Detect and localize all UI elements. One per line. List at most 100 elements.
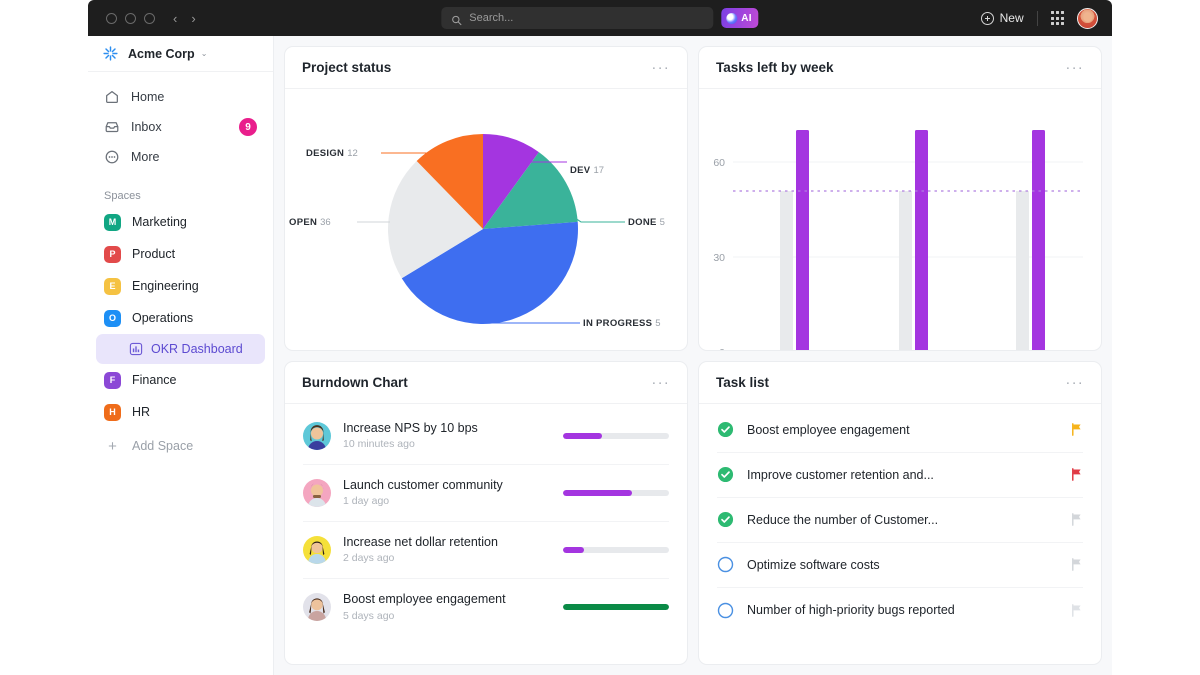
sidebar-item-more[interactable]: More [96,142,265,172]
burndown-body: Increase NPS by 10 bps 10 minutes ago La… [285,404,687,665]
list-item[interactable]: Number of high-priority bugs reported [717,588,1083,633]
goal-timestamp: 5 days ago [343,609,395,622]
bar-current[interactable] [1032,130,1045,351]
pie-label-design: DESIGN 12 [306,148,358,159]
sidebar-item-engineering[interactable]: E Engineering [96,270,265,302]
checkbox-checked-icon[interactable] [717,466,734,483]
bar-current[interactable] [915,130,928,351]
add-space-button[interactable]: + Add Space [96,430,265,462]
avatar [303,593,331,621]
goal-timestamp: 10 minutes ago [343,438,415,451]
new-button[interactable]: New [980,11,1024,25]
list-item[interactable]: Improve customer retention and... [717,453,1083,498]
priority-flag-icon[interactable] [1070,468,1083,481]
ai-button[interactable]: AI [721,8,759,28]
progress-fill [563,546,585,553]
forward-arrow-icon[interactable]: › [191,12,195,25]
primary-nav: Home Inbox 9 More [88,72,273,172]
sidebar-item-operations[interactable]: O Operations [96,302,265,334]
sidebar-item-marketing[interactable]: M Marketing [96,206,265,238]
list-item[interactable]: Boost employee engagement 5 days ago [303,579,669,636]
chevron-down-icon: ⌄ [200,49,208,58]
ai-label: AI [741,12,752,24]
sidebar-item-inbox[interactable]: Inbox 9 [96,112,265,142]
maximize-window-dot[interactable] [144,12,155,24]
checkbox-checked-icon[interactable] [717,421,734,438]
home-icon [104,89,120,105]
card-menu-button[interactable]: ··· [1065,375,1084,390]
page-title: Tasks left by week [716,60,834,75]
inbox-icon [104,119,120,135]
bar-previous[interactable] [780,191,793,351]
screen-root: ‹ › Search... AI New Acme Corp ⌄ Home In… [0,0,1200,675]
svg-text:30: 30 [713,252,725,264]
sidebar-item-home[interactable]: Home [96,82,265,112]
sidebar-item-finance[interactable]: F Finance [96,364,265,396]
spaces-section-title: Spaces [104,190,141,202]
back-arrow-icon[interactable]: ‹ [173,12,177,25]
priority-flag-icon[interactable] [1070,603,1083,617]
card-project-status: Project status ··· DEV 17 DONE 5 IN PROG… [284,46,688,351]
space-label: Marketing [132,215,187,229]
pie-label-in-progress: IN PROGRESS 5 [583,318,661,329]
priority-flag-icon[interactable] [1070,513,1083,526]
list-item[interactable]: Increase net dollar retention 2 days ago [303,522,669,579]
list-item[interactable]: Launch customer community 1 day ago [303,465,669,522]
bar-previous[interactable] [1016,191,1029,351]
list-item[interactable]: Boost employee engagement [717,408,1083,453]
checkbox-unchecked-icon[interactable] [717,556,734,573]
list-item[interactable]: Increase NPS by 10 bps 10 minutes ago [303,408,669,465]
avatar [303,535,331,564]
toolbar-divider [1036,10,1038,26]
nav-arrows[interactable]: ‹ › [173,12,196,25]
checkbox-checked-icon[interactable] [717,511,734,528]
goal-name: Increase net dollar retention [343,534,498,549]
card-tasks-left-by-week: Tasks left by week ··· 0 30 60 [698,46,1102,351]
burndown-text: Boost employee engagement 5 days ago [343,592,551,622]
task-name: Improve customer retention and... [747,467,934,482]
sidebar-item-label: Inbox [131,120,162,134]
checkbox-unchecked-icon[interactable] [717,602,734,619]
card-menu-button[interactable]: ··· [651,60,670,75]
sidebar-item-label: Home [131,90,165,104]
workspace-switcher[interactable]: Acme Corp ⌄ [88,36,273,72]
card-header: Burndown Chart ··· [285,362,687,404]
pie-label-open: OPEN 36 [289,217,331,228]
card-header: Tasks left by week ··· [699,47,1101,89]
svg-text:60: 60 [713,157,725,169]
app-body: Acme Corp ⌄ Home Inbox 9 More Spaces M M… [88,36,1112,675]
workspace-name: Acme Corp [128,46,195,61]
goal-name: Launch customer community [343,477,503,492]
bar-previous[interactable] [899,191,912,351]
apps-grid-icon[interactable] [1050,11,1064,25]
task-name: Optimize software costs [747,557,880,572]
priority-flag-icon[interactable] [1070,423,1083,436]
svg-text:0: 0 [719,347,725,351]
card-menu-button[interactable]: ··· [651,375,670,390]
pie-label-done: DONE 5 [628,217,665,228]
more-icon [104,149,120,165]
sidebar-item-product[interactable]: P Product [96,238,265,270]
card-menu-button[interactable]: ··· [1065,60,1084,75]
list-item[interactable]: Optimize software costs [717,543,1083,588]
sidebar-item-hr[interactable]: H HR [96,396,265,428]
sidebar-item-label: More [131,150,160,164]
sidebar-item-okr-dashboard[interactable]: OKR Dashboard [96,334,265,364]
goal-timestamp: 1 day ago [343,495,390,508]
spaces-list: M Marketing P Product E Engineering O Op… [88,206,273,462]
list-item[interactable]: Reduce the number of Customer... [717,498,1083,543]
page-title: Task list [716,374,770,390]
minimize-window-dot[interactable] [125,12,136,24]
search-input[interactable]: Search... [441,7,714,29]
avatar[interactable] [1077,7,1098,29]
sidebar: Acme Corp ⌄ Home Inbox 9 More Spaces M M… [88,36,274,675]
pie-chart-svg [357,134,625,325]
space-label: Operations [132,311,194,325]
bar-current[interactable] [796,130,809,351]
priority-flag-icon[interactable] [1070,558,1083,571]
window-controls[interactable] [106,12,155,24]
pie-chart-body: DEV 17 DONE 5 IN PROGRESS 5 OPEN 36 DESI… [285,89,687,350]
progress-fill [563,604,669,610]
card-header: Project status ··· [285,47,687,89]
close-window-dot[interactable] [106,12,117,24]
